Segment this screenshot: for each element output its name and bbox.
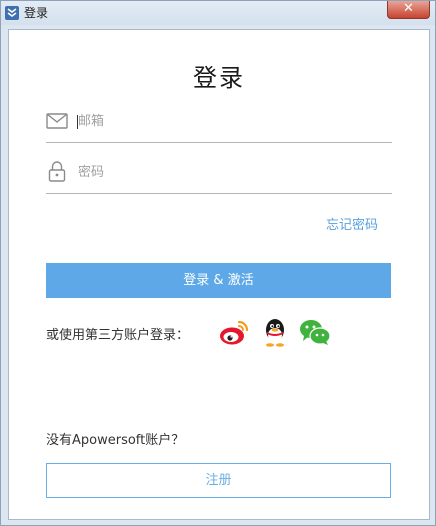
title-bar[interactable]: 登录 ✕ — [1, 1, 435, 25]
third-party-login-label: 或使用第三方账户登录： — [46, 328, 190, 343]
window-title: 登录 — [24, 6, 49, 20]
weibo-icon[interactable] — [218, 316, 250, 348]
app-logo-icon — [5, 6, 19, 20]
email-input[interactable] — [78, 109, 378, 133]
login-activate-button[interactable]: 登录 & 激活 — [46, 263, 391, 298]
wechat-icon[interactable] — [298, 316, 331, 348]
password-field — [46, 154, 392, 194]
email-field — [46, 103, 392, 143]
forgot-password-link[interactable]: 忘记密码 — [326, 214, 378, 233]
password-input[interactable] — [78, 160, 378, 184]
register-button[interactable]: 注册 — [46, 463, 391, 498]
login-window: 登录 ✕ 登录 忘记密码 — [0, 0, 436, 526]
no-account-text: 没有Apowersoft账户？ — [46, 433, 185, 448]
login-panel: 登录 忘记密码 登录 & 激活 或使用第三方账 — [8, 29, 430, 520]
lock-icon — [46, 161, 66, 186]
envelope-icon — [46, 113, 68, 133]
close-button[interactable]: ✕ — [387, 1, 430, 19]
qq-icon[interactable] — [259, 316, 291, 348]
page-title: 登录 — [193, 64, 245, 92]
